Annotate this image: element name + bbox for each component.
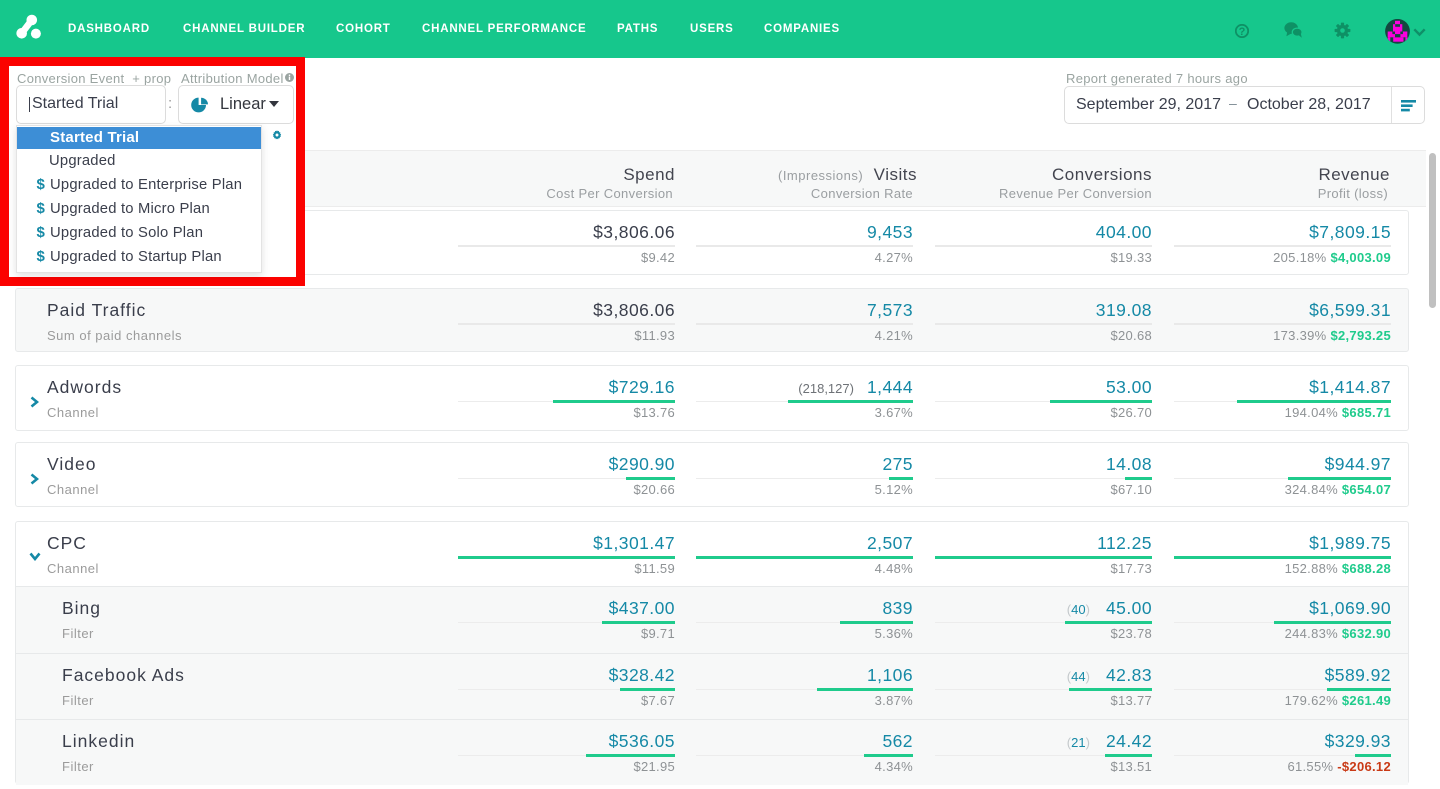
svg-text:?: ? <box>1239 26 1246 38</box>
